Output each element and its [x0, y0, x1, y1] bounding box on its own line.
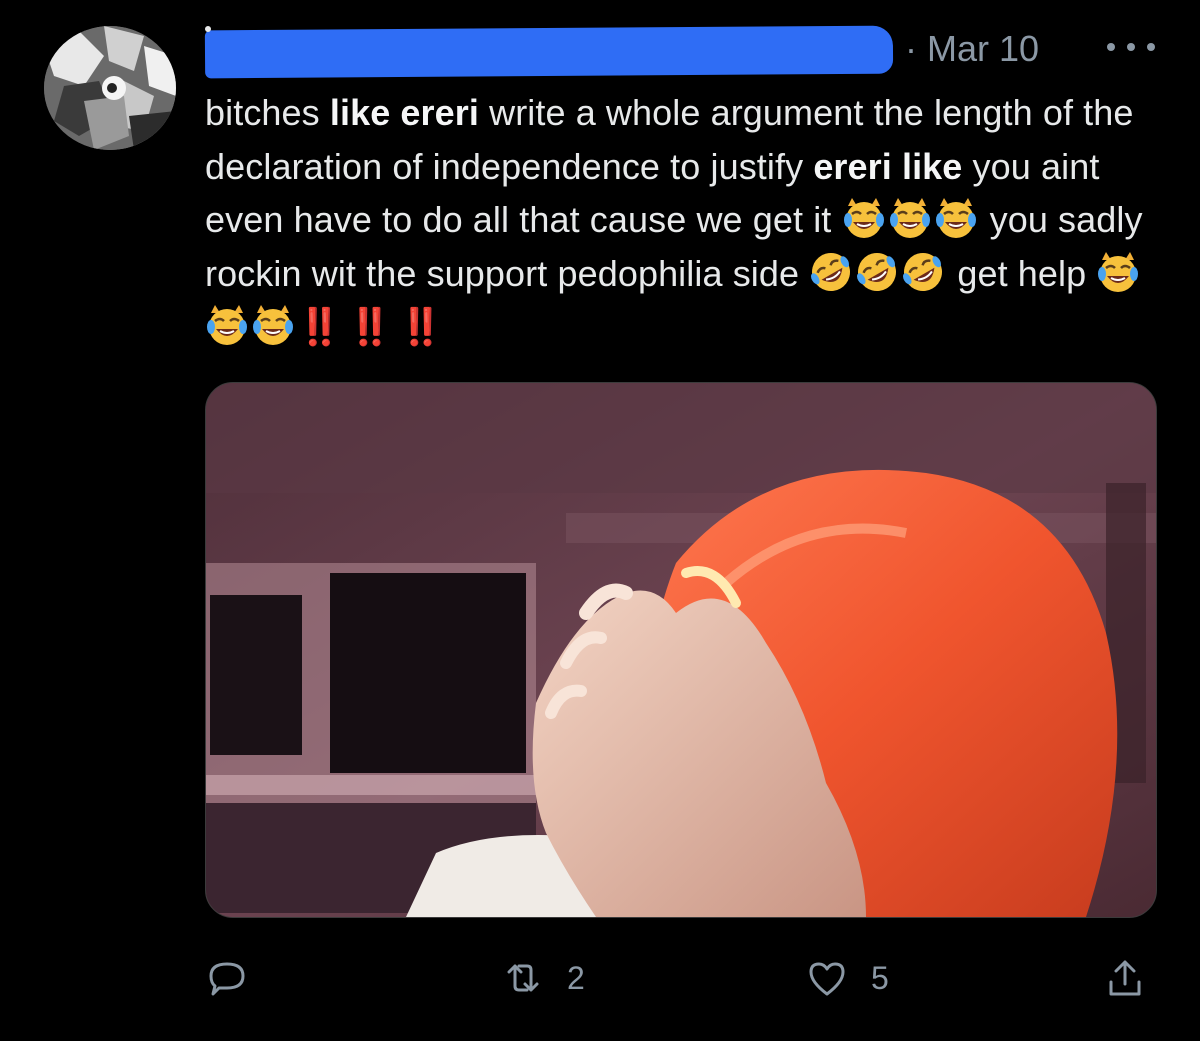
emoji-group-2 [809, 250, 947, 294]
redaction-dot [205, 26, 211, 32]
retweet-icon [507, 964, 539, 992]
crying-laughing-cat-emoji-icon [1096, 250, 1140, 294]
text-segment: bitches [205, 92, 330, 133]
like-count: 5 [871, 959, 889, 996]
more-horizontal-icon[interactable] [1107, 32, 1155, 62]
avatar[interactable] [44, 26, 176, 150]
tweet-header: · Mar 10 [204, 18, 1165, 79]
crying-laughing-cat-emoji-icon [205, 303, 249, 347]
tweet-actions: 2 5 [205, 950, 1155, 1010]
crying-laughing-cat-emoji-icon [934, 196, 978, 240]
crying-laughing-cat-emoji-icon [251, 303, 295, 347]
heart-icon [809, 962, 845, 996]
tweet[interactable]: · Mar 10 bitches like ereri write a whol… [0, 0, 1200, 1041]
share-button[interactable] [1103, 950, 1147, 1006]
text-segment-bold: ereri like [813, 145, 963, 187]
like-button[interactable]: 5 [805, 950, 889, 1006]
rolling-on-floor-laughing-emoji-icon [855, 250, 899, 294]
reply-button[interactable] [205, 950, 271, 1006]
rolling-on-floor-laughing-emoji-icon [901, 250, 945, 294]
double-exclamation-emoji-text: ‼️ ‼️ ‼️ [297, 306, 443, 347]
tweet-media-image[interactable] [205, 382, 1157, 918]
crying-laughing-cat-emoji-icon [888, 196, 932, 240]
share-upload-icon [1109, 960, 1141, 996]
tweet-date[interactable]: · Mar 10 [905, 28, 1039, 70]
retweet-count: 2 [567, 959, 585, 996]
tweet-text: bitches like ereri write a whole argumen… [205, 86, 1165, 354]
retweet-button[interactable]: 2 [501, 950, 585, 1006]
text-segment: get help [947, 252, 1097, 294]
text-segment-bold: like ereri [329, 92, 479, 133]
avatar-image [44, 26, 176, 150]
crying-laughing-cat-emoji-icon [842, 196, 886, 240]
reply-bubble-icon [209, 962, 245, 996]
emoji-group-1 [842, 196, 980, 240]
rolling-on-floor-laughing-emoji-icon [809, 250, 853, 294]
username-redaction [204, 25, 894, 79]
